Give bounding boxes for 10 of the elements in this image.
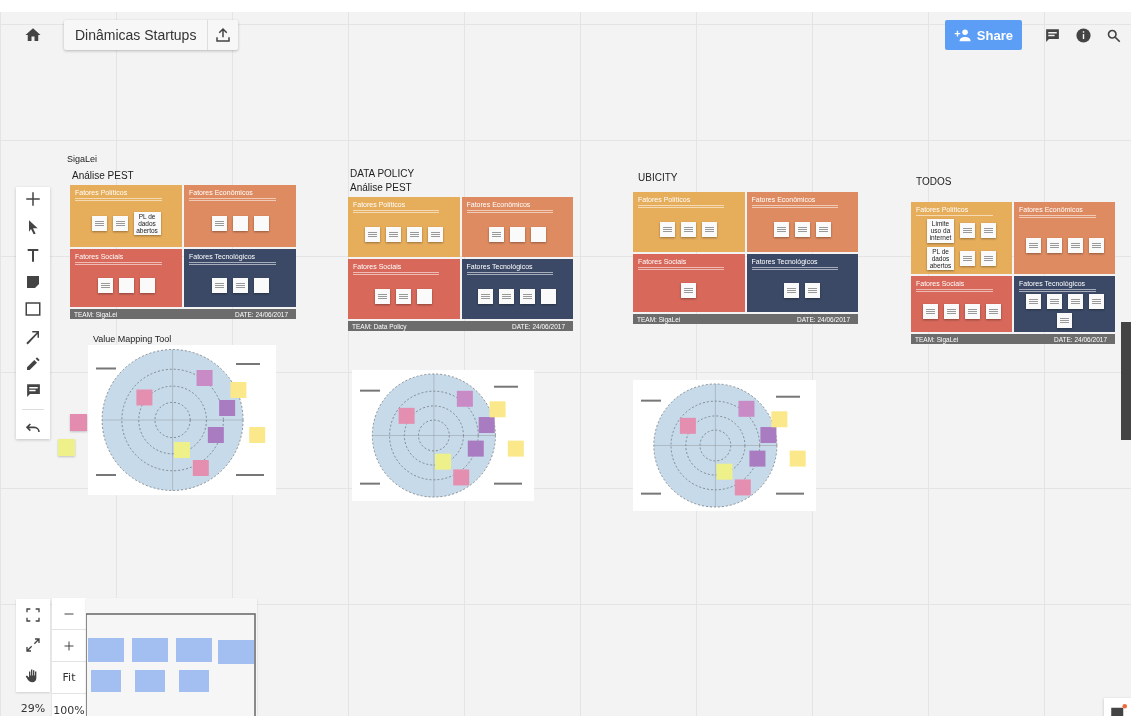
diagram-title: Value Mapping Tool	[93, 334, 172, 344]
zoom-level: 29%	[19, 702, 47, 715]
board-heading: Análise PEST	[350, 182, 412, 193]
board-heading: TODOS	[916, 176, 952, 187]
actual-size-button[interactable]: 100%	[52, 694, 86, 716]
board-heading: Análise PEST	[72, 170, 134, 181]
fit-button[interactable]: Fit	[52, 662, 86, 694]
board-heading: UBICITY	[638, 172, 678, 183]
board-heading: DATA POLICY	[350, 168, 415, 179]
board-heading: SigaLei	[67, 154, 98, 164]
